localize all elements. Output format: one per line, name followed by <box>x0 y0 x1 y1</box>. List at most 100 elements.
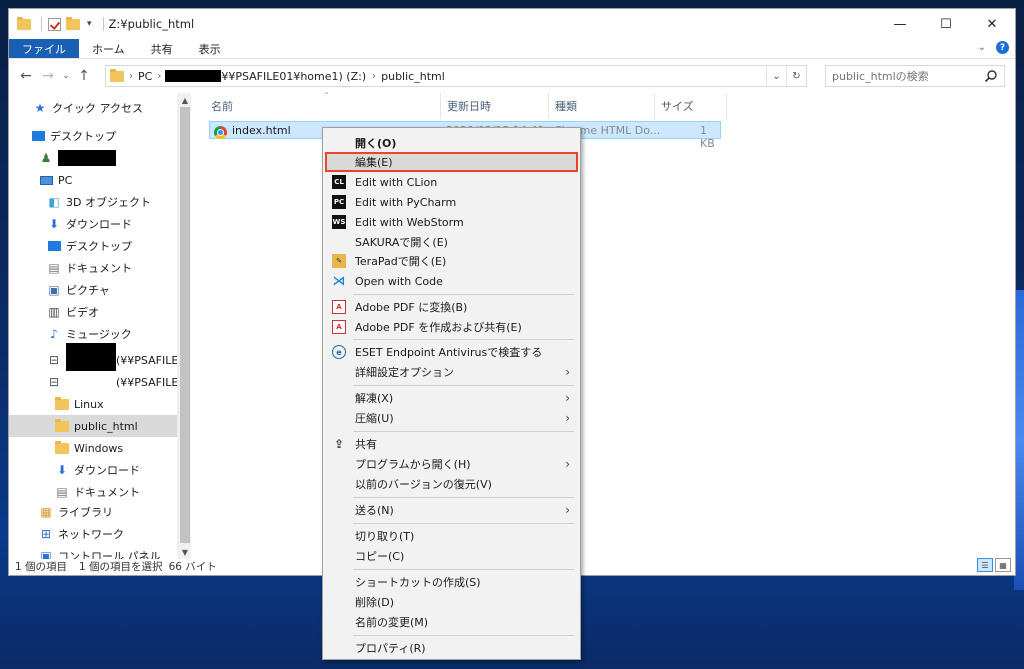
menu-send-to[interactable]: 送る(N) › <box>325 500 578 520</box>
forward-arrow-icon[interactable]: → <box>37 68 59 84</box>
status-selected: 1 個の項目を選択 <box>79 560 163 573</box>
nav-desktop[interactable]: デスクトップ <box>47 235 132 257</box>
picture-icon: ▣ <box>48 283 60 297</box>
menu-edit-pycharm[interactable]: PC Edit with PyCharm <box>325 192 578 212</box>
nav-videos[interactable]: ▥ ビデオ <box>47 301 99 323</box>
library-icon: ▦ <box>40 505 52 519</box>
column-header-type[interactable]: 種類 <box>549 93 655 119</box>
nav-network[interactable]: ⊞ ネットワーク <box>39 523 124 545</box>
nav-scrollbar[interactable]: ▲ ▼ <box>177 93 191 559</box>
download-arrow-icon: ⬇ <box>56 463 68 477</box>
menu-open[interactable]: 開く(O) <box>325 133 578 153</box>
menu-delete[interactable]: 削除(D) <box>325 592 578 612</box>
menu-extract[interactable]: 解凍(X) › <box>325 388 578 408</box>
menu-share[interactable]: ⇪ 共有 <box>325 434 578 454</box>
address-dropdown-chevron-icon[interactable]: ⌄ <box>766 66 786 86</box>
nav-folder-linux[interactable]: Linux <box>55 393 104 415</box>
menu-properties[interactable]: プロパティ(R) <box>325 638 578 658</box>
new-folder-icon[interactable] <box>66 16 80 31</box>
tab-home[interactable]: ホーム <box>79 39 138 58</box>
menu-label: ショートカットの作成(S) <box>355 576 481 589</box>
nav-downloads-2[interactable]: ⬇ ダウンロード <box>55 459 140 481</box>
nav-label: ピクチャ <box>66 284 110 297</box>
menu-edit-clion[interactable]: CL Edit with CLion <box>325 172 578 192</box>
maximize-button[interactable]: ☐ <box>923 9 969 39</box>
menu-rename[interactable]: 名前の変更(M) <box>325 612 578 632</box>
menu-open-with-code[interactable]: ⋊ Open with Code <box>325 271 578 291</box>
menu-pdf-share[interactable]: A Adobe PDF を作成および共有(E) <box>325 317 578 337</box>
nav-network-drive-01[interactable]: ⊟ (¥¥PSAFILE01¥ <box>47 371 191 393</box>
status-item-count: 1 個の項目 <box>15 560 68 573</box>
nav-documents-2[interactable]: ▤ ドキュメント <box>55 481 140 503</box>
tab-file[interactable]: ファイル <box>9 39 79 58</box>
back-arrow-icon[interactable]: ← <box>15 68 37 84</box>
large-icons-view-icon[interactable]: ▦ <box>995 558 1011 572</box>
menu-edit-webstorm[interactable]: WS Edit with WebStorm <box>325 212 578 232</box>
tab-view[interactable]: 表示 <box>186 39 234 58</box>
help-icon[interactable]: ? <box>996 41 1009 54</box>
redacted-block <box>66 343 116 371</box>
search-icon[interactable] <box>984 69 998 83</box>
search-box[interactable] <box>825 65 1005 87</box>
details-view-icon[interactable]: ☰ <box>977 558 993 572</box>
recent-locations-chevron-icon[interactable]: ⌄ <box>59 71 73 81</box>
breadcrumb-separator-icon[interactable]: › <box>372 71 376 82</box>
menu-edit[interactable]: 編集(E) <box>325 152 578 172</box>
folder-icon <box>55 418 69 433</box>
window-controls: — ☐ ✕ <box>877 9 1015 39</box>
nav-quick-access[interactable]: ★ クイック アクセス <box>33 97 143 119</box>
menu-sakura[interactable]: SAKURAで開く(E) <box>325 232 578 252</box>
nav-label: Windows <box>74 441 124 455</box>
close-button[interactable]: ✕ <box>969 9 1015 39</box>
menu-restore-versions[interactable]: 以前のバージョンの復元(V) <box>325 474 578 494</box>
ribbon-tabs: ファイル ホーム 共有 表示 ⌄ ? <box>9 39 1015 59</box>
nav-user[interactable]: ♟ <box>39 147 116 169</box>
menu-open-with[interactable]: プログラムから開く(H) › <box>325 454 578 474</box>
properties-check-icon[interactable] <box>47 17 61 31</box>
breadcrumb-separator-icon[interactable]: › <box>129 71 133 82</box>
search-input[interactable] <box>832 69 982 83</box>
column-header-name[interactable]: ⌃ 名前 <box>205 91 441 119</box>
nav-pictures[interactable]: ▣ ピクチャ <box>47 279 110 301</box>
column-header-size[interactable]: サイズ <box>655 93 727 119</box>
submenu-arrow-icon: › <box>565 391 570 405</box>
expand-ribbon-chevron-icon[interactable]: ⌄ <box>978 42 986 53</box>
eset-icon: e <box>332 345 346 359</box>
breadcrumb-separator-icon[interactable]: › <box>157 71 161 82</box>
menu-cut[interactable]: 切り取り(T) <box>325 526 578 546</box>
breadcrumb-drive[interactable]: ¥¥PSAFILE01¥home1) (Z:) <box>221 70 366 83</box>
menu-pdf-convert[interactable]: A Adobe PDF に変換(B) <box>325 297 578 317</box>
folder-icon <box>55 440 69 455</box>
menu-label: Edit with WebStorm <box>355 215 464 229</box>
nav-3d-objects[interactable]: ◧ 3D オブジェクト <box>47 191 151 213</box>
menu-eset-scan[interactable]: e ESET Endpoint Antivirusで検査する <box>325 342 578 362</box>
up-arrow-icon[interactable]: ↑ <box>73 68 95 84</box>
nav-library[interactable]: ▦ ライブラリ <box>39 501 113 523</box>
refresh-icon[interactable]: ↻ <box>786 66 806 86</box>
address-bar[interactable]: › PC › ¥¥PSAFILE01¥home1) (Z:) › public_… <box>105 65 807 87</box>
menu-compress[interactable]: 圧縮(U) › <box>325 408 578 428</box>
scroll-up-icon[interactable]: ▲ <box>177 93 191 107</box>
column-header-modified[interactable]: 更新日時 <box>441 93 549 119</box>
breadcrumb-folder[interactable]: public_html <box>381 70 445 83</box>
menu-advanced-options[interactable]: 詳細設定オプション › <box>325 362 578 382</box>
tab-share[interactable]: 共有 <box>138 39 186 58</box>
nav-desktop-root[interactable]: デスクトップ <box>31 125 116 147</box>
nav-folder-windows[interactable]: Windows <box>55 437 123 459</box>
menu-copy[interactable]: コピー(C) <box>325 546 578 566</box>
breadcrumb-pc[interactable]: PC <box>138 70 152 83</box>
nav-downloads[interactable]: ⬇ ダウンロード <box>47 213 132 235</box>
menu-create-shortcut[interactable]: ショートカットの作成(S) <box>325 572 578 592</box>
menu-label: 開く(O) <box>355 137 397 150</box>
scroll-thumb[interactable] <box>180 107 190 543</box>
nav-network-drive-02[interactable]: ⊟ (¥¥PSAFILE02) <box>47 343 191 371</box>
nav-documents[interactable]: ▤ ドキュメント <box>47 257 132 279</box>
menu-terapad[interactable]: ✎ TeraPadで開く(E) <box>325 251 578 271</box>
quick-access-dropdown-icon[interactable]: ▾ <box>87 19 92 29</box>
redacted-block <box>165 70 222 82</box>
minimize-button[interactable]: — <box>877 9 923 39</box>
nav-label: クイック アクセス <box>52 102 143 115</box>
nav-music[interactable]: ♪ ミュージック <box>47 323 132 345</box>
nav-folder-public-html[interactable]: public_html <box>9 415 177 437</box>
nav-pc[interactable]: PC <box>39 169 72 191</box>
